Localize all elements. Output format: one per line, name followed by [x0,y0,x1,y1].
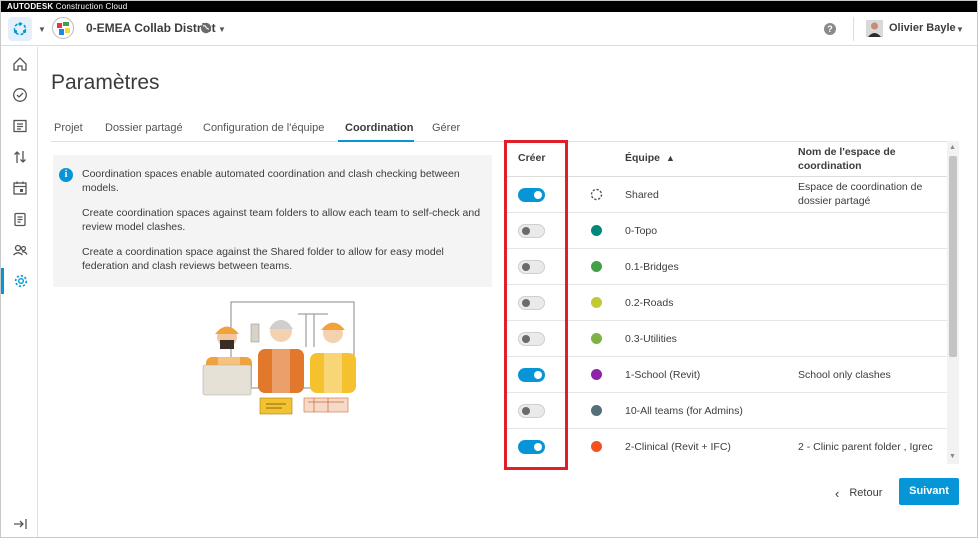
sidebar-item-forms[interactable] [1,206,38,232]
table-row: 0.1-Bridges [506,249,947,285]
sort-ascending-icon: ▲ [666,153,675,163]
sidebar [1,47,38,537]
active-tab-indicator [338,140,414,142]
tab-coordination[interactable]: Coordination [345,122,413,134]
calendar-icon [12,181,27,195]
info-paragraph-1: Coordination spaces enable automated coo… [82,168,460,194]
scroll-up-arrow-icon[interactable]: ▲ [949,144,956,151]
column-header-space-name: Nom de l'espace de coordination [798,146,896,172]
sidebar-item-sheets[interactable] [1,113,38,139]
table-row: 0.3-Utilities [506,321,947,357]
project-name[interactable]: 0-EMEA Collab District [86,21,216,35]
brand-name: AUTODESK [7,2,54,11]
sidebar-item-members[interactable] [1,237,38,263]
project-dropdown-chevron-icon[interactable]: ▼ [218,25,226,34]
scrollbar-thumb[interactable] [949,156,957,357]
product-switcher-icon [13,22,27,36]
team-name: 1-School (Revit) [625,369,701,381]
collapse-sidebar-icon [13,519,27,529]
team-name: 10-All teams (for Admins) [625,405,743,417]
info-icon: i [59,168,73,182]
sidebar-item-home[interactable] [1,51,38,77]
info-paragraph-2: Create coordination spaces against team … [82,207,481,233]
space-name: School only clashes [798,369,891,381]
back-button[interactable]: ‹ Retour [835,482,882,504]
team-color-dot [591,225,602,236]
sidebar-item-issues[interactable] [1,82,38,108]
settings-tabs: Projet Dossier partagé Configuration de … [51,116,959,142]
help-icon[interactable]: ? [824,23,836,35]
home-icon [12,57,27,71]
chevron-down-icon[interactable]: ▼ [38,25,46,34]
user-menu-chevron-icon[interactable]: ▼ [956,25,964,34]
column-header-team-label: Équipe [625,152,661,164]
tab-projet[interactable]: Projet [54,122,83,134]
team-color-dot [591,405,602,416]
table-row: Shared Espace de coordination de dossier… [506,177,947,213]
sidebar-item-settings[interactable] [1,268,38,294]
sidebar-item-schedule[interactable] [1,175,38,201]
space-name: Espace de coordination de dossier partag… [798,181,923,207]
coordination-spaces-table: Créer Équipe ▲ Nom de l'espace de coordin… [506,141,959,464]
team-color-dot [591,333,602,344]
team-color-dot [591,261,602,272]
scroll-down-arrow-icon[interactable]: ▼ [949,453,956,460]
team-name: 0.2-Roads [625,297,674,309]
team-color-dot [591,297,602,308]
app-window: AUTODESK Construction Cloud ▼ 0-EMEA Col… [0,0,978,538]
shared-folder-icon [590,188,603,201]
space-name: 2 - Clinic parent folder , Igrec [798,441,933,453]
team-name: 2-Clinical (Revit + IFC) [625,441,731,453]
tab-configuration-equipe[interactable]: Configuration de l'équipe [203,122,324,134]
avatar[interactable] [866,20,883,37]
top-header: ▼ 0-EMEA Collab District ▼ ? Olivier Bay… [1,12,977,46]
info-panel: i Coordination spaces enable automated c… [53,155,492,287]
transfer-arrows-icon [13,151,26,163]
sidebar-collapse-button[interactable] [1,511,38,537]
user-name[interactable]: Olivier Bayle [889,22,956,34]
column-header-team[interactable]: Équipe ▲ [625,152,675,164]
page-title: Paramètres [51,71,160,94]
back-button-label: Retour [849,487,883,499]
members-icon [12,244,28,256]
clipboard-icon [13,212,26,227]
team-name: 0.1-Bridges [625,261,679,273]
table-row: 0-Topo [506,213,947,249]
sidebar-item-transmittals[interactable] [1,144,38,170]
info-paragraph-3: Create a coordination space against the … [82,246,444,272]
brand-product: Construction Cloud [53,2,128,11]
checkmark-circle-icon [12,88,27,102]
globe-icon [200,22,212,34]
tab-dossier-partage[interactable]: Dossier partagé [105,122,183,134]
team-color-dot [591,441,602,452]
tab-gerer[interactable]: Gérer [432,122,460,134]
chevron-left-icon: ‹ [835,485,840,501]
sheets-icon [12,119,27,133]
team-color-dot [591,369,602,380]
project-logo [52,17,74,39]
table-row: 2-Clinical (Revit + IFC) 2 - Clinic pare… [506,429,947,464]
construction-team-illustration [202,301,356,415]
table-row: 1-School (Revit) School only clashes [506,357,947,393]
table-row: 10-All teams (for Admins) [506,393,947,429]
app-switcher-button[interactable] [8,17,32,41]
table-header: Créer Équipe ▲ Nom de l'espace de coordin… [506,141,947,177]
team-name: 0-Topo [625,225,658,237]
team-name: Shared [625,189,659,201]
gear-icon [14,274,28,288]
next-button[interactable]: Suivant [899,478,959,505]
brand-bar: AUTODESK Construction Cloud [1,1,977,12]
team-name: 0.3-Utilities [625,333,677,345]
header-divider [853,17,854,41]
table-row: 0.2-Roads [506,285,947,321]
highlight-annotation-box [504,140,568,470]
